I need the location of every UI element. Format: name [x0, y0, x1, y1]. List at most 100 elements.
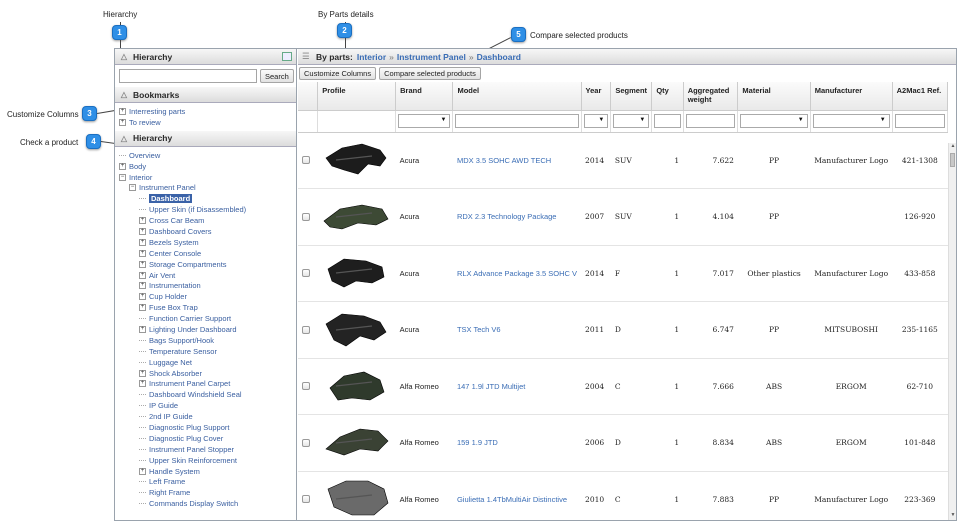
- expand-icon[interactable]: +: [119, 107, 126, 115]
- col-profile[interactable]: Profile: [317, 82, 397, 111]
- tree-item[interactable]: Right Frame: [119, 487, 296, 498]
- brand-filter-select[interactable]: ▼: [398, 114, 451, 128]
- expand-icon[interactable]: +: [139, 217, 146, 225]
- tree-item[interactable]: + Body: [119, 161, 296, 172]
- col-model[interactable]: Model: [452, 82, 582, 111]
- tree-item[interactable]: Left Frame: [119, 477, 296, 488]
- breadcrumb-instrument-panel[interactable]: Instrument Panel: [397, 52, 466, 62]
- tree-item[interactable]: Function Carrier Support: [119, 313, 296, 324]
- expand-icon[interactable]: +: [139, 238, 146, 246]
- tree-item[interactable]: Instrument Panel Stopper: [119, 444, 296, 455]
- table-row[interactable]: Acura RLX Advance Package 3.5 SOHC V 2014 F…: [298, 245, 948, 302]
- bookmark-item[interactable]: + To review: [119, 117, 296, 128]
- bookmarks-header[interactable]: △ Bookmarks: [115, 87, 296, 103]
- search-button[interactable]: Search: [260, 69, 294, 83]
- segment-filter-select[interactable]: ▼: [613, 114, 650, 128]
- expand-icon[interactable]: +: [139, 282, 146, 290]
- table-row[interactable]: Alfa Romeo Giulietta 1.4TbMultiAir Distin…: [298, 471, 948, 520]
- ref-filter-input[interactable]: [894, 114, 945, 128]
- expand-icon[interactable]: +: [119, 118, 126, 126]
- expand-icon[interactable]: +: [139, 380, 146, 388]
- col-year[interactable]: Year: [581, 82, 612, 111]
- table-row[interactable]: Alfa Romeo 147 1.9l JTD Multijet 2004 C 1 7.6…: [298, 358, 948, 415]
- manufacturer-filter-select[interactable]: ▼: [812, 114, 890, 128]
- tree-item[interactable]: + Cross Car Beam: [119, 215, 296, 226]
- expand-icon[interactable]: +: [139, 325, 146, 333]
- hierarchy-tree-header[interactable]: △ Hierarchy: [115, 130, 296, 147]
- tree-item[interactable]: − Instrument Panel: [119, 182, 296, 193]
- scroll-thumb[interactable]: [950, 153, 955, 167]
- tree-item[interactable]: Upper Skin Reinforcement: [119, 455, 296, 466]
- part-thumbnail[interactable]: [322, 362, 390, 408]
- part-thumbnail[interactable]: [322, 419, 390, 465]
- product-checkbox[interactable]: [302, 212, 310, 221]
- collapse-panel-icon[interactable]: [282, 52, 292, 61]
- model-link[interactable]: Giulietta 1.4TbMultiAir Distinctive: [452, 471, 582, 520]
- expand-icon[interactable]: +: [139, 304, 146, 312]
- expand-icon[interactable]: +: [139, 369, 146, 377]
- model-link[interactable]: MDX 3.5 SOHC AWD TECH: [452, 132, 582, 189]
- part-thumbnail[interactable]: [322, 136, 390, 182]
- tree-item[interactable]: + Lighting Under Dashboard: [119, 324, 296, 335]
- model-link[interactable]: RLX Advance Package 3.5 SOHC V: [452, 245, 582, 302]
- tree-item[interactable]: Dashboard Windshield Seal: [119, 389, 296, 400]
- tree-item[interactable]: Diagnostic Plug Support: [119, 422, 296, 433]
- col-qty[interactable]: Qty: [651, 82, 684, 111]
- col-segment[interactable]: Segment: [610, 82, 653, 111]
- tree-item[interactable]: Dashboard: [119, 193, 296, 204]
- bookmark-item[interactable]: + Interresting parts: [119, 106, 296, 117]
- expand-icon[interactable]: +: [139, 467, 146, 475]
- product-checkbox[interactable]: [302, 325, 310, 334]
- tree-item[interactable]: + Shock Absorber: [119, 368, 296, 379]
- tree-item[interactable]: Diagnostic Plug Cover: [119, 433, 296, 444]
- part-thumbnail[interactable]: [322, 193, 390, 239]
- model-filter-input[interactable]: [455, 114, 579, 128]
- breadcrumb-interior[interactable]: Interior: [357, 52, 386, 62]
- tree-item[interactable]: − Interior: [119, 172, 296, 183]
- customize-columns-button[interactable]: Customize Columns: [299, 66, 377, 80]
- col-material[interactable]: Material: [737, 82, 811, 111]
- collapse-icon[interactable]: −: [119, 173, 126, 181]
- tree-item[interactable]: IP Guide: [119, 400, 296, 411]
- col-brand[interactable]: Brand: [395, 82, 454, 111]
- table-row[interactable]: Acura RDX 2.3 Technology Package 2007 SUV 1 4…: [298, 188, 948, 246]
- tree-item[interactable]: + Center Console: [119, 248, 296, 259]
- expand-icon[interactable]: +: [119, 162, 126, 170]
- tree-item[interactable]: Bags Support/Hook: [119, 335, 296, 346]
- part-thumbnail[interactable]: [322, 249, 390, 295]
- product-checkbox[interactable]: [302, 382, 310, 391]
- tree-item[interactable]: + Air Vent: [119, 270, 296, 281]
- collapse-icon[interactable]: −: [129, 184, 136, 192]
- tree-item[interactable]: Commands Display Switch: [119, 498, 296, 509]
- part-thumbnail[interactable]: [322, 475, 390, 520]
- expand-icon[interactable]: +: [139, 260, 146, 268]
- product-checkbox[interactable]: [302, 495, 310, 504]
- table-row[interactable]: Acura TSX Tech V6 2011 D 1 6.747 PP MITSUBOSHI 2…: [298, 301, 948, 359]
- table-row[interactable]: Acura MDX 3.5 SOHC AWD TECH 2014 SUV 1 7.622 P…: [298, 132, 948, 189]
- expand-icon[interactable]: +: [139, 249, 146, 257]
- tree-item[interactable]: Temperature Sensor: [119, 346, 296, 357]
- compare-selected-button[interactable]: Compare selected products: [379, 66, 481, 80]
- product-checkbox[interactable]: [302, 156, 310, 165]
- tree-item[interactable]: + Instrumentation: [119, 280, 296, 291]
- year-filter-select[interactable]: ▼: [583, 114, 609, 128]
- tree-item[interactable]: 2nd IP Guide: [119, 411, 296, 422]
- scroll-down-icon[interactable]: ▼: [949, 512, 957, 520]
- scroll-up-icon[interactable]: ▲: [949, 143, 957, 151]
- model-link[interactable]: 147 1.9l JTD Multijet: [452, 358, 582, 415]
- expand-icon[interactable]: +: [139, 293, 146, 301]
- table-row[interactable]: Alfa Romeo 159 1.9 JTD 2006 D 1 8.834 ABS ERGOM…: [298, 414, 948, 472]
- tree-item[interactable]: + Dashboard Covers: [119, 226, 296, 237]
- tree-item[interactable]: + Handle System: [119, 466, 296, 477]
- model-link[interactable]: TSX Tech V6: [452, 301, 582, 359]
- material-filter-select[interactable]: ▼: [740, 114, 808, 128]
- qty-filter-input[interactable]: [654, 114, 681, 128]
- tree-item[interactable]: Luggage Net: [119, 357, 296, 368]
- tree-item[interactable]: Overview: [119, 150, 296, 161]
- tree-item[interactable]: + Bezels System: [119, 237, 296, 248]
- tree-item[interactable]: Upper Skin (if Disassembled): [119, 204, 296, 215]
- product-checkbox[interactable]: [302, 269, 310, 278]
- tree-item[interactable]: + Instrument Panel Carpet: [119, 378, 296, 389]
- part-thumbnail[interactable]: [322, 306, 390, 352]
- expand-icon[interactable]: +: [139, 227, 146, 235]
